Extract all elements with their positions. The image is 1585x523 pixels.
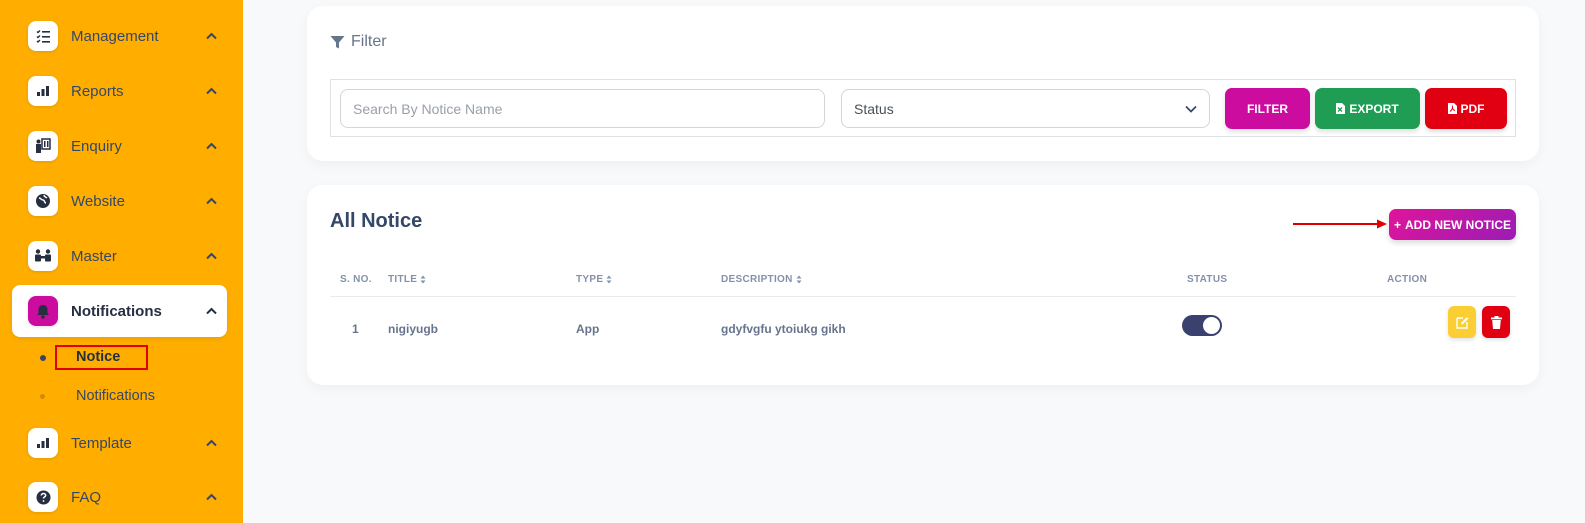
edit-icon [1455, 316, 1469, 329]
filter-card: Filter Status FILTER EXPORT PDF [307, 6, 1539, 161]
filter-button[interactable]: FILTER [1225, 88, 1310, 129]
page-title: All Notice [330, 210, 423, 232]
cell-title: nigiyugb [388, 322, 438, 336]
delete-button[interactable] [1482, 306, 1510, 338]
cell-type: App [576, 322, 600, 336]
column-header-label: STATUS [1187, 274, 1228, 285]
chevron-up-icon[interactable] [201, 434, 221, 452]
chevron-up-icon[interactable] [201, 488, 221, 506]
column-header-label: TYPE [576, 274, 604, 285]
sidebar-item-enquiry[interactable]: Enquiry [12, 120, 227, 172]
sidebar-item-label: Website [71, 192, 125, 210]
sidebar-item-management[interactable]: Management [12, 10, 227, 62]
group-icon [28, 241, 58, 271]
sidebar-item-website[interactable]: Website [12, 175, 227, 227]
bell-icon [28, 296, 58, 326]
edit-button[interactable] [1448, 306, 1476, 338]
pdf-file-icon [1447, 103, 1457, 114]
column-header-action: ACTION [1387, 274, 1427, 285]
export-button[interactable]: EXPORT [1315, 88, 1420, 129]
chevron-up-icon[interactable] [201, 247, 221, 265]
column-header-status: STATUS [1187, 274, 1227, 285]
column-header-description[interactable]: DESCRIPTION [721, 274, 802, 285]
plus-icon: + [1393, 217, 1401, 232]
sidebar-item-faq[interactable]: FAQ [12, 471, 227, 523]
chevron-up-icon[interactable] [201, 137, 221, 155]
toggle-knob [1203, 317, 1220, 334]
sidebar: Management Reports Enquiry Website Maste… [0, 0, 243, 523]
column-header-title[interactable]: TITLE [388, 274, 426, 285]
sidebar-item-notifications[interactable]: Notifications [12, 285, 227, 337]
add-new-notice-label: ADD NEW NOTICE [1405, 217, 1511, 232]
bar-chart-icon [28, 428, 58, 458]
filter-title: Filter [351, 33, 387, 50]
sort-icon[interactable] [796, 275, 802, 284]
sidebar-item-template[interactable]: Template [12, 417, 227, 469]
column-header-sno: S. NO. [340, 274, 372, 285]
sidebar-subitem-notifications[interactable]: Notifications [40, 386, 210, 406]
funnel-icon [330, 35, 345, 50]
sidebar-item-label: Reports [71, 82, 124, 100]
sidebar-item-master[interactable]: Master [12, 230, 227, 282]
status-select[interactable]: Status [841, 89, 1210, 128]
chevron-down-icon [1185, 105, 1197, 113]
sort-icon[interactable] [420, 275, 426, 284]
sidebar-subitem-notice[interactable]: Notice [40, 345, 210, 370]
filter-form: Status FILTER EXPORT PDF [330, 79, 1516, 137]
filter-button-label: FILTER [1246, 101, 1289, 116]
sidebar-item-label: Management [71, 27, 159, 45]
question-circle-icon [28, 482, 58, 512]
sidebar-item-reports[interactable]: Reports [12, 65, 227, 117]
people-board-icon [28, 131, 58, 161]
sidebar-item-label: Master [71, 247, 117, 265]
chevron-up-icon[interactable] [201, 82, 221, 100]
status-select-value: Status [854, 100, 894, 117]
status-toggle[interactable] [1182, 315, 1222, 336]
notice-list-card: All Notice + ADD NEW NOTICE S. NO. TITLE… [307, 185, 1539, 385]
column-header-type[interactable]: TYPE [576, 274, 612, 285]
column-header-label: ACTION [1387, 274, 1428, 285]
table-divider [330, 296, 1516, 297]
sort-icon[interactable] [606, 275, 612, 284]
list-check-icon [28, 21, 58, 51]
trash-icon [1490, 315, 1502, 329]
annotation-arrow [1293, 219, 1387, 229]
bar-chart-icon [28, 76, 58, 106]
sidebar-subitem-label: Notice [55, 345, 148, 370]
sidebar-item-label: Notifications [71, 302, 162, 320]
filter-heading: Filter [330, 33, 387, 51]
add-new-notice-button[interactable]: + ADD NEW NOTICE [1389, 209, 1516, 240]
chevron-up-icon[interactable] [201, 192, 221, 210]
cell-description: gdyfvgfu ytoiukg gikh [721, 322, 846, 336]
sidebar-subitem-label: Notifications [76, 388, 155, 404]
excel-file-icon [1336, 103, 1346, 114]
sidebar-item-label: FAQ [71, 488, 102, 506]
chevron-up-icon[interactable] [201, 302, 221, 320]
sidebar-item-label: Template [71, 434, 132, 452]
earth-icon [28, 186, 58, 216]
cell-sno: 1 [352, 322, 359, 336]
search-input[interactable] [340, 89, 825, 128]
column-header-label: TITLE [388, 274, 418, 285]
pdf-button[interactable]: PDF [1425, 88, 1507, 129]
pdf-button-label: PDF [1460, 101, 1485, 116]
column-header-label: DESCRIPTION [721, 274, 793, 285]
export-button-label: EXPORT [1349, 101, 1399, 116]
sidebar-item-label: Enquiry [71, 137, 122, 155]
chevron-up-icon[interactable] [201, 27, 221, 45]
column-header-label: S. NO. [340, 274, 372, 285]
bullet-dot [40, 393, 45, 399]
bullet-dot [40, 355, 46, 361]
